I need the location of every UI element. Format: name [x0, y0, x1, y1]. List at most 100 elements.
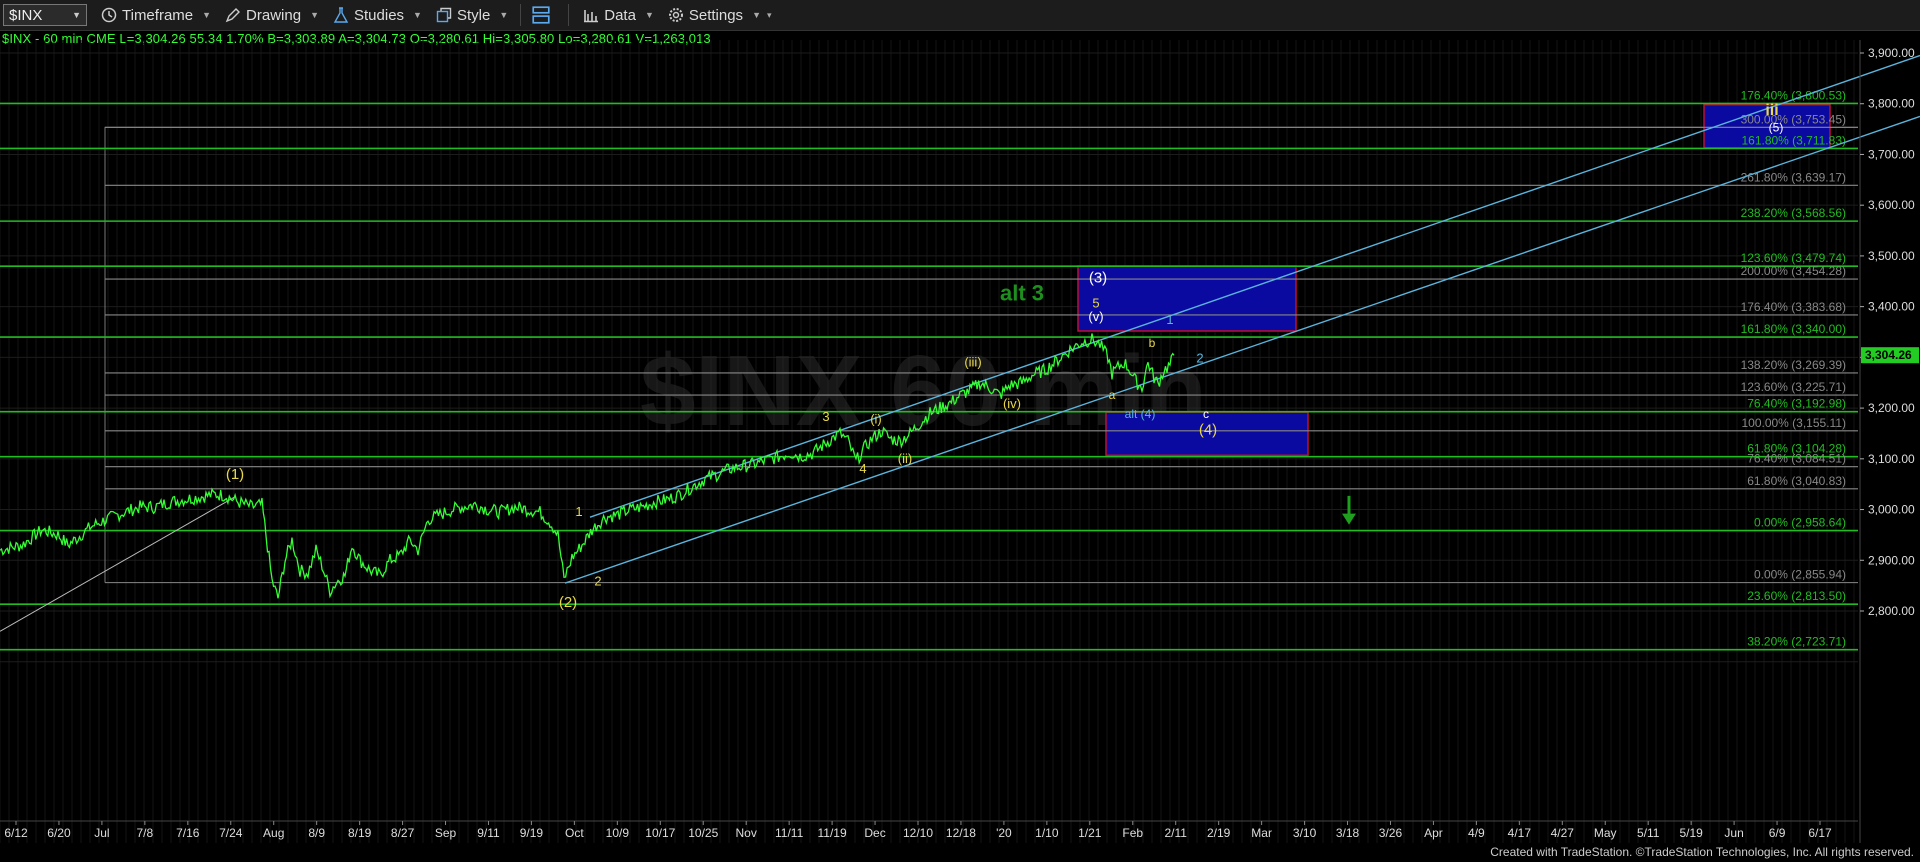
fib-label: 161.80% (3,340.00) — [1741, 322, 1846, 336]
time-tick-label: 6/12 — [4, 826, 28, 840]
wave-label: (4) — [1199, 421, 1217, 438]
down-arrow-head — [1342, 513, 1356, 525]
price-tick-label: 3,500.00 — [1868, 249, 1915, 263]
fib-label: 76.40% (3,084.51) — [1747, 452, 1846, 466]
time-tick-label: Sep — [435, 826, 457, 840]
time-tick-label: 4/9 — [1468, 826, 1485, 840]
fib-label: 123.60% (3,225.71) — [1741, 380, 1846, 394]
price-tick-label: 3,900.00 — [1868, 46, 1915, 60]
time-tick-label: 6/17 — [1808, 826, 1832, 840]
wave-label: 2 — [594, 574, 601, 589]
price-tick-label: 2,900.00 — [1868, 553, 1915, 567]
fib-label: 176.40% (3,800.53) — [1741, 88, 1846, 102]
time-tick-label: 3/10 — [1293, 826, 1317, 840]
time-tick-label: 5/11 — [1637, 826, 1660, 840]
time-tick-label: 1/21 — [1078, 826, 1102, 840]
time-tick-label: Apr — [1424, 826, 1443, 840]
fib-label: 76.40% (3,192.98) — [1747, 397, 1846, 411]
price-tick-label: 3,400.00 — [1868, 300, 1915, 314]
time-tick-label: 6/9 — [1769, 826, 1786, 840]
time-tick-label: 7/16 — [176, 826, 200, 840]
wave-label: (ii) — [898, 451, 912, 466]
wave-label: 2 — [1196, 350, 1203, 365]
wave-label: (1) — [226, 466, 244, 483]
time-tick-label: Aug — [263, 826, 284, 840]
fib-label: 38.20% (2,723.71) — [1747, 635, 1846, 649]
wave-label: 1 — [575, 504, 582, 519]
time-tick-label: Jun — [1724, 826, 1743, 840]
wave-label: 5 — [1092, 296, 1099, 311]
wave-label: (i) — [870, 411, 882, 426]
alt-wave-label: alt 3 — [1000, 281, 1044, 306]
price-tick-label: 3,200.00 — [1868, 401, 1915, 415]
wave-label: (2) — [559, 594, 577, 611]
time-tick-label: 2/19 — [1207, 826, 1231, 840]
fib-label: 123.60% (3,479.74) — [1741, 251, 1846, 265]
fib-label: 0.00% (2,958.64) — [1754, 516, 1846, 530]
wave-label: (v) — [1088, 309, 1103, 324]
wave-label: b — [1149, 336, 1156, 350]
price-tick-label: 3,700.00 — [1868, 147, 1915, 161]
fib-label: 23.60% (2,813.50) — [1747, 589, 1846, 603]
fib-label: 161.80% (3,711.83) — [1741, 133, 1846, 147]
wave-label: (iv) — [1003, 396, 1021, 411]
price-tick-label: 3,600.00 — [1868, 198, 1915, 212]
wave-label: 3 — [822, 409, 829, 424]
time-tick-label: May — [1594, 826, 1617, 840]
time-tick-label: 3/18 — [1336, 826, 1360, 840]
time-tick-label: 8/27 — [391, 826, 415, 840]
price-tick-label: 3,800.00 — [1868, 97, 1915, 111]
time-tick-label: 7/8 — [137, 826, 154, 840]
time-tick-label: 1/10 — [1035, 826, 1059, 840]
time-tick-label: 9/11 — [477, 826, 500, 840]
time-tick-label: 5/19 — [1679, 826, 1703, 840]
fib-label: 100.00% (3,155.11) — [1741, 416, 1846, 430]
wave-label: (iii) — [964, 354, 981, 369]
fib-label: 61.80% (3,040.83) — [1747, 474, 1846, 488]
time-tick-label: Oct — [565, 826, 584, 840]
time-tick-label: '20 — [996, 826, 1012, 840]
time-tick-label: 12/18 — [946, 826, 976, 840]
fib-label: 300.00% (3,753.45) — [1741, 112, 1846, 126]
price-tick-label: 3,000.00 — [1868, 503, 1915, 517]
wave-label: 1 — [1166, 312, 1173, 327]
time-tick-label: 4/17 — [1508, 826, 1532, 840]
time-tick-label: 12/10 — [903, 826, 933, 840]
price-tick-label: 3,100.00 — [1868, 452, 1915, 466]
fib-label: 0.00% (2,855.94) — [1754, 568, 1846, 582]
time-tick-label: Dec — [864, 826, 885, 840]
time-tick-label: 9/19 — [520, 826, 544, 840]
time-tick-label: 8/9 — [308, 826, 325, 840]
time-tick-label: 4/27 — [1551, 826, 1575, 840]
price-axis[interactable]: 3,900.00 3,800.00 3,700.00 3,600.00 3,500.00… — [1859, 40, 1919, 843]
wave-label: c — [1203, 407, 1209, 421]
time-tick-label: 10/9 — [606, 826, 630, 840]
fib-label: 238.20% (3,568.56) — [1741, 206, 1846, 220]
time-tick-label: 11/19 — [818, 826, 847, 840]
time-tick-label: 10/17 — [645, 826, 675, 840]
time-tick-label: 11/11 — [775, 826, 804, 840]
time-tick-label: Feb — [1122, 826, 1143, 840]
target-box — [1077, 265, 1297, 332]
last-price-label: 3,304.26 — [1865, 348, 1912, 362]
wave-label: (5) — [1769, 121, 1784, 135]
time-tick-label: Nov — [736, 826, 757, 840]
fib-label: 200.00% (3,454.28) — [1741, 264, 1846, 278]
time-tick-label: 10/25 — [688, 826, 718, 840]
fib-label: 138.20% (3,269.39) — [1741, 358, 1846, 372]
time-tick-label: 6/20 — [47, 826, 71, 840]
time-tick-label: 8/19 — [348, 826, 372, 840]
wave-label: iii — [1765, 102, 1778, 119]
time-tick-label: 2/11 — [1164, 826, 1187, 840]
time-tick-label: 3/26 — [1379, 826, 1403, 840]
wave-label: 4 — [859, 461, 866, 476]
time-tick-label: Jul — [94, 826, 109, 840]
fib-label: 176.40% (3,383.68) — [1741, 300, 1846, 314]
copyright-footer: Created with TradeStation. ©TradeStation… — [1490, 845, 1914, 859]
price-chart[interactable]: $INX 60 min 176.40% (3,800.53)300.00% (3… — [0, 0, 1920, 862]
price-tick-label: 2,800.00 — [1868, 604, 1915, 618]
wave-label: a — [1109, 388, 1116, 402]
time-tick-label: Mar — [1251, 826, 1272, 840]
wave-label: alt (4) — [1125, 407, 1156, 421]
time-tick-label: 7/24 — [219, 826, 243, 840]
